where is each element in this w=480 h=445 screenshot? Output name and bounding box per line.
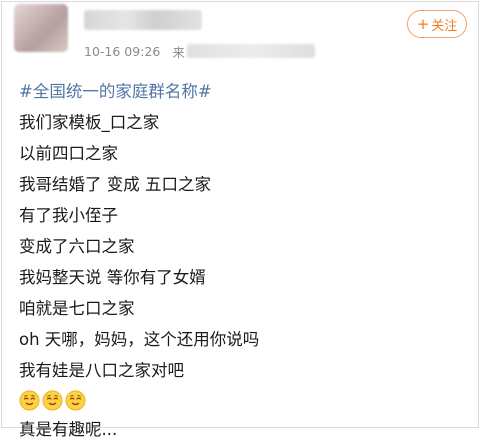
post-text-line: 以前四口之家 [19,144,118,163]
post-text-line: 我们家模板_口之家 [19,113,160,132]
post-text-line: 我妈整天说 等你有了女婿 [19,268,206,287]
username-blurred[interactable] [84,10,202,30]
emoji-row [19,386,459,414]
avatar[interactable] [14,4,68,52]
post-text-line: 咱就是七口之家 [19,299,135,318]
follow-button-label: 关注 [431,18,458,34]
post-text-line: 有了我小侄子 [19,206,118,225]
post-text-line: 变成了六口之家 [19,237,135,256]
follow-button[interactable]: + 关注 [407,10,467,38]
post-text-line: oh 天哪，妈妈，这个还用你说吗 [19,330,260,349]
post-content: #全国统一的家庭群名称# 我们家模板_口之家 以前四口之家 我哥结婚了 变成 五… [19,76,459,445]
weibo-post-card: 10-16 09:26 来 + 关注 #全国统一的家庭群名称# 我们家模板_口之… [1,1,479,439]
plus-icon: + [416,14,430,33]
post-meta: 10-16 09:26 来 [84,42,315,60]
hashtag-link[interactable]: #全国统一的家庭群名称# [19,76,459,107]
post-source-label: 来 [172,44,185,60]
post-text-line: 我有娃是八口之家对吧 [19,361,184,380]
post-text-line: 我哥结婚了 变成 五口之家 [19,175,211,194]
post-source-blurred [186,44,315,58]
relieved-face-icon [19,390,40,410]
post-timestamp: 10-16 09:26 [84,43,161,59]
relieved-face-icon [65,390,86,410]
post-text-line-last: 真是有趣呢... [19,420,118,439]
relieved-face-icon [42,390,63,410]
